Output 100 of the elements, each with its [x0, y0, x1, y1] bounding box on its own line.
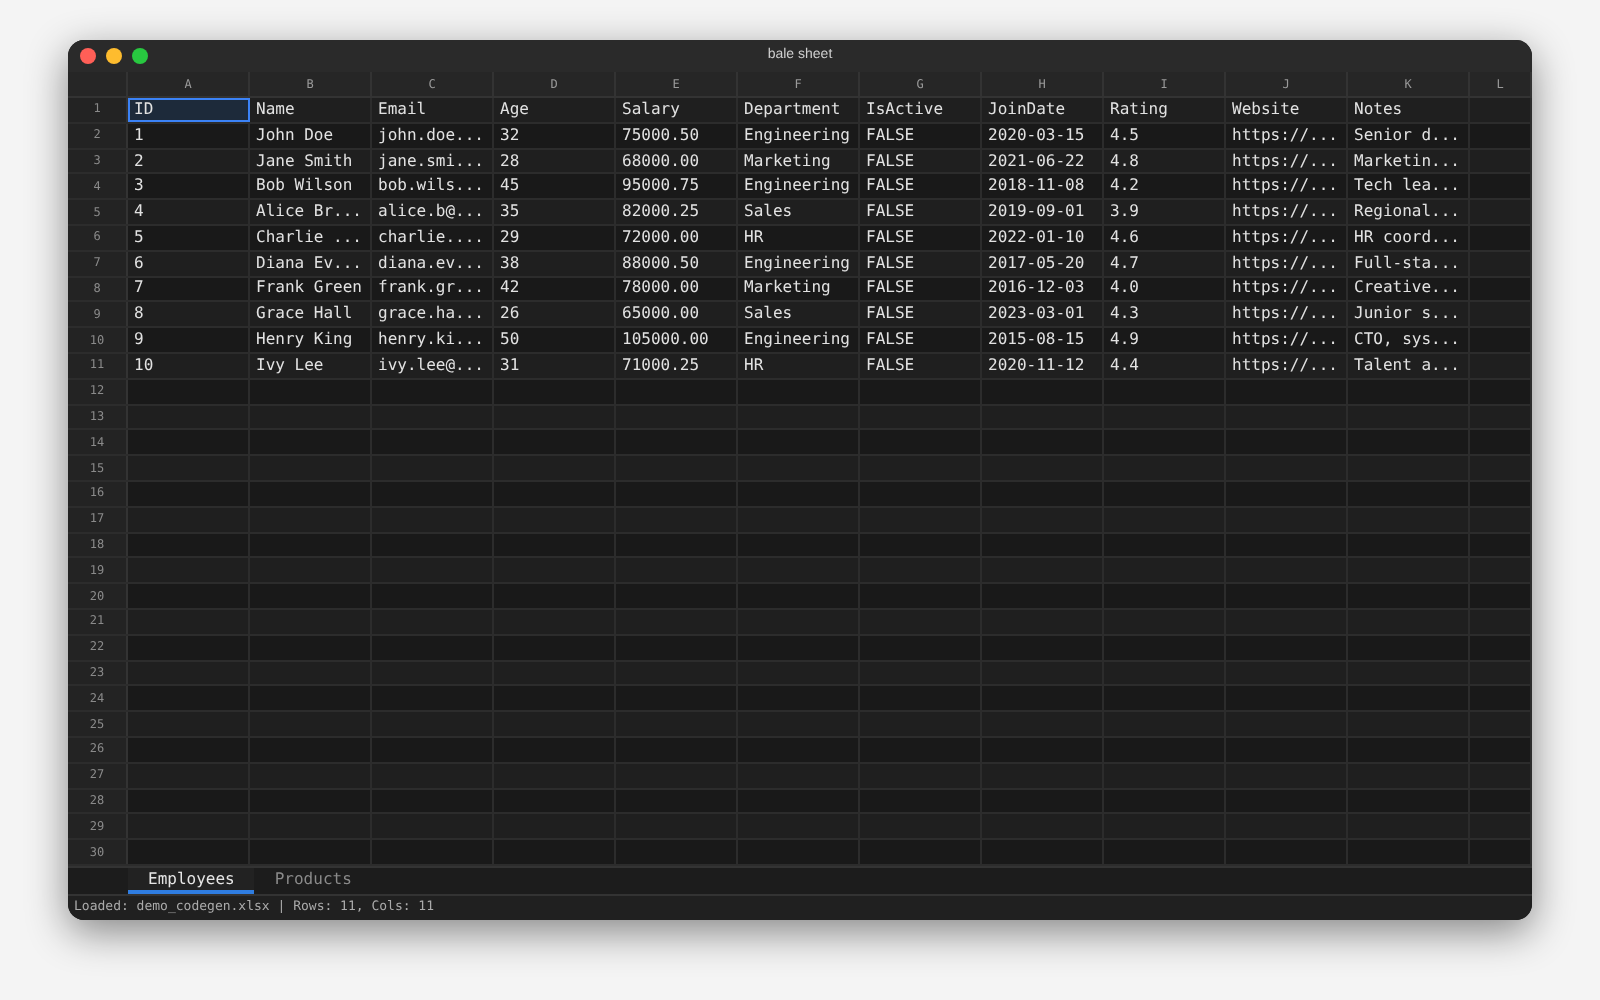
- table-cell[interactable]: 2021-06-22: [982, 149, 1104, 173]
- table-cell[interactable]: HR coord...: [1348, 225, 1470, 250]
- table-cell[interactable]: FALSE: [860, 200, 982, 224]
- table-cell[interactable]: 28: [494, 149, 616, 173]
- table-cell[interactable]: 3.9: [1104, 200, 1226, 224]
- table-cell[interactable]: 50: [494, 328, 616, 352]
- table-cell[interactable]: Henry King: [250, 328, 372, 352]
- table-cell[interactable]: 2023-03-01: [982, 302, 1104, 327]
- table-cell[interactable]: Creative...: [1348, 277, 1470, 301]
- table-cell[interactable]: 4.9: [1104, 328, 1226, 352]
- table-cell[interactable]: 1: [128, 123, 250, 148]
- table-cell[interactable]: IsActive: [860, 98, 982, 122]
- table-cell[interactable]: Engineering: [738, 123, 860, 148]
- table-cell[interactable]: https://...: [1226, 174, 1348, 199]
- table-cell[interactable]: ID: [128, 98, 250, 122]
- table-cell[interactable]: Marketin...: [1348, 149, 1470, 173]
- table-cell[interactable]: Tech lea...: [1348, 174, 1470, 199]
- table-cell[interactable]: Alice Br...: [250, 200, 372, 224]
- table-cell[interactable]: 4.4: [1104, 353, 1226, 378]
- table-cell[interactable]: ivy.lee@...: [372, 353, 494, 378]
- table-cell[interactable]: 2016-12-03: [982, 277, 1104, 301]
- table-cell[interactable]: 26: [494, 302, 616, 327]
- table-cell[interactable]: Age: [494, 98, 616, 122]
- table-cell[interactable]: https://...: [1226, 200, 1348, 224]
- table-cell[interactable]: 105000.00: [616, 328, 738, 352]
- table-cell[interactable]: Notes: [1348, 98, 1470, 122]
- table-cell[interactable]: John Doe: [250, 123, 372, 148]
- table-cell[interactable]: JoinDate: [982, 98, 1104, 122]
- table-cell[interactable]: Junior s...: [1348, 302, 1470, 327]
- table-cell[interactable]: Engineering: [738, 251, 860, 276]
- table-cell[interactable]: https://...: [1226, 149, 1348, 173]
- table-cell[interactable]: 32: [494, 123, 616, 148]
- table-cell[interactable]: 95000.75: [616, 174, 738, 199]
- table-cell[interactable]: Marketing: [738, 277, 860, 301]
- table-cell[interactable]: https://...: [1226, 277, 1348, 301]
- table-cell[interactable]: henry.ki...: [372, 328, 494, 352]
- table-cell[interactable]: 4: [128, 200, 250, 224]
- table-cell[interactable]: Bob Wilson: [250, 174, 372, 199]
- table-cell[interactable]: 4.7: [1104, 251, 1226, 276]
- table-cell[interactable]: FALSE: [860, 302, 982, 327]
- table-cell[interactable]: FALSE: [860, 328, 982, 352]
- table-cell[interactable]: https://...: [1226, 302, 1348, 327]
- table-cell[interactable]: bob.wils...: [372, 174, 494, 199]
- table-cell[interactable]: Email: [372, 98, 494, 122]
- table-cell[interactable]: https://...: [1226, 328, 1348, 352]
- table-cell[interactable]: 2: [128, 149, 250, 173]
- table-cell[interactable]: Senior d...: [1348, 123, 1470, 148]
- table-cell[interactable]: 35: [494, 200, 616, 224]
- table-cell[interactable]: FALSE: [860, 353, 982, 378]
- table-cell[interactable]: Diana Ev...: [250, 251, 372, 276]
- table-cell[interactable]: Regional...: [1348, 200, 1470, 224]
- table-cell[interactable]: FALSE: [860, 174, 982, 199]
- table-cell[interactable]: 2017-05-20: [982, 251, 1104, 276]
- table-cell[interactable]: Sales: [738, 200, 860, 224]
- table-cell[interactable]: 6: [128, 251, 250, 276]
- table-cell[interactable]: CTO, sys...: [1348, 328, 1470, 352]
- table-cell[interactable]: 75000.50: [616, 123, 738, 148]
- table-cell[interactable]: 4.6: [1104, 225, 1226, 250]
- table-cell[interactable]: 31: [494, 353, 616, 378]
- table-cell[interactable]: 82000.25: [616, 200, 738, 224]
- table-cell[interactable]: Jane Smith: [250, 149, 372, 173]
- table-cell[interactable]: 29: [494, 225, 616, 250]
- table-cell[interactable]: 71000.25: [616, 353, 738, 378]
- minimize-button[interactable]: [106, 48, 122, 64]
- table-cell[interactable]: 65000.00: [616, 302, 738, 327]
- table-cell[interactable]: 42: [494, 277, 616, 301]
- table-cell[interactable]: 2020-03-15: [982, 123, 1104, 148]
- table-cell[interactable]: Grace Hall: [250, 302, 372, 327]
- table-cell[interactable]: john.doe...: [372, 123, 494, 148]
- table-cell[interactable]: https://...: [1226, 123, 1348, 148]
- table-cell[interactable]: 78000.00: [616, 277, 738, 301]
- table-cell[interactable]: Salary: [616, 98, 738, 122]
- table-cell[interactable]: https://...: [1226, 353, 1348, 378]
- table-cell[interactable]: 2015-08-15: [982, 328, 1104, 352]
- table-cell[interactable]: https://...: [1226, 225, 1348, 250]
- table-cell[interactable]: 2020-11-12: [982, 353, 1104, 378]
- table-cell[interactable]: Frank Green: [250, 277, 372, 301]
- table-cell[interactable]: 2022-01-10: [982, 225, 1104, 250]
- table-cell[interactable]: 4.0: [1104, 277, 1226, 301]
- table-cell[interactable]: Engineering: [738, 174, 860, 199]
- table-cell[interactable]: Website: [1226, 98, 1348, 122]
- table-cell[interactable]: 9: [128, 328, 250, 352]
- table-cell[interactable]: Ivy Lee: [250, 353, 372, 378]
- table-cell[interactable]: 4.8: [1104, 149, 1226, 173]
- table-cell[interactable]: grace.ha...: [372, 302, 494, 327]
- table-cell[interactable]: Talent a...: [1348, 353, 1470, 378]
- table-cell[interactable]: Sales: [738, 302, 860, 327]
- table-cell[interactable]: FALSE: [860, 251, 982, 276]
- table-cell[interactable]: FALSE: [860, 225, 982, 250]
- table-cell[interactable]: FALSE: [860, 123, 982, 148]
- table-cell[interactable]: 5: [128, 225, 250, 250]
- table-cell[interactable]: Engineering: [738, 328, 860, 352]
- table-cell[interactable]: FALSE: [860, 277, 982, 301]
- table-cell[interactable]: Marketing: [738, 149, 860, 173]
- table-cell[interactable]: Charlie ...: [250, 225, 372, 250]
- table-cell[interactable]: 2018-11-08: [982, 174, 1104, 199]
- table-cell[interactable]: 2019-09-01: [982, 200, 1104, 224]
- table-cell[interactable]: 88000.50: [616, 251, 738, 276]
- table-cell[interactable]: Name: [250, 98, 372, 122]
- maximize-button[interactable]: [132, 48, 148, 64]
